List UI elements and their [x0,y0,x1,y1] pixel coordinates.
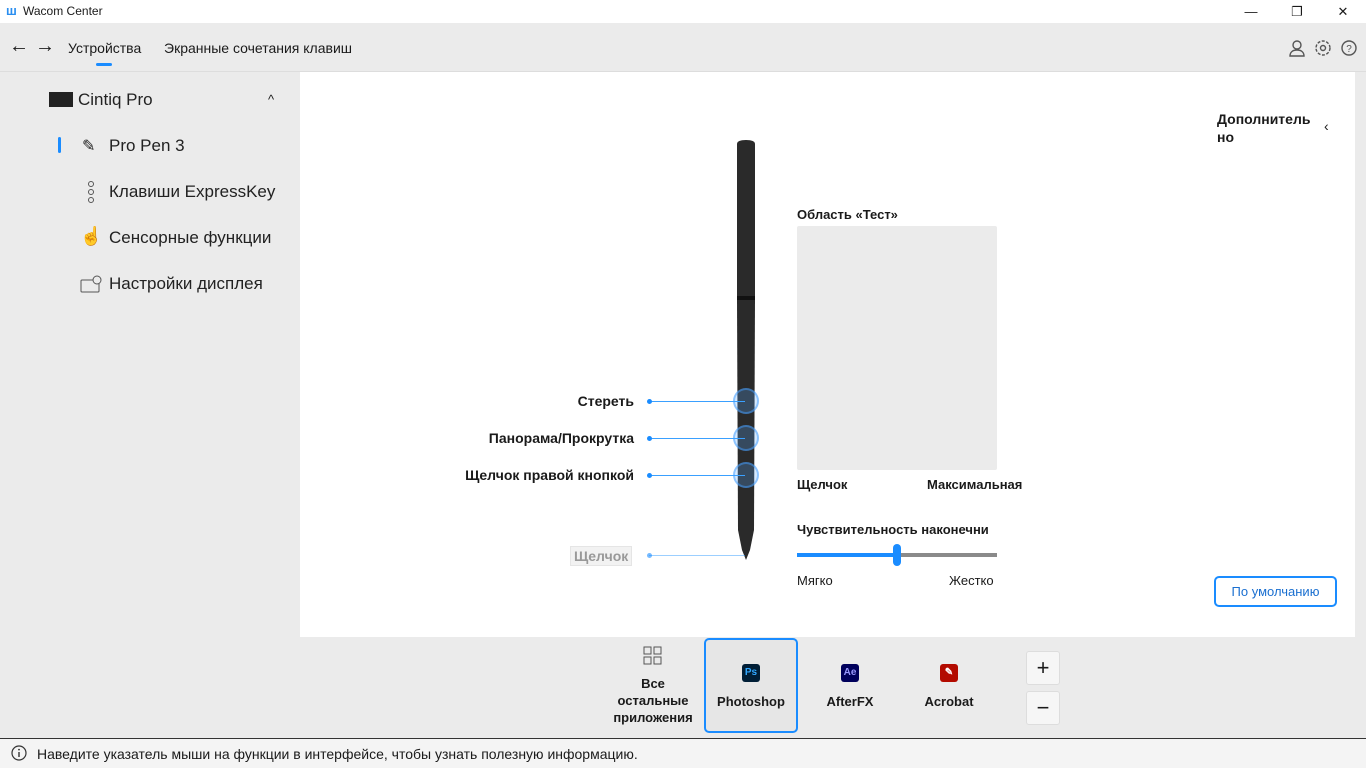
sidebar-item-label: Настройки дисплея [109,274,263,293]
status-bar: Наведите указатель мыши на функции в инт… [0,738,1366,768]
leader-line [649,555,745,556]
app-label: Все остальные приложения [613,676,693,725]
app-label: AfterFX [826,694,874,709]
touch-hand-icon: ☝ [80,226,103,246]
tip-feel-slider[interactable] [797,544,997,566]
default-button[interactable]: По умолчанию [1214,576,1337,607]
svg-text:?: ? [1346,44,1352,55]
title-bar: ш Wacom Center — ❐ ✕ [0,0,1366,23]
forward-arrow-icon[interactable]: → [35,35,55,58]
pen-icon: ✎ [82,138,96,155]
leader-dot [647,399,652,404]
pen-tip-label[interactable]: Щелчок [570,546,633,566]
app-label: Photoshop [717,694,785,709]
pen-illustration [736,140,756,620]
pen-button-label-right-click[interactable]: Щелчок правой кнопкой [414,467,634,483]
acrobat-icon: ✎ [940,664,958,682]
tab-devices[interactable]: Устройства [68,40,141,56]
slider-fill [797,553,897,557]
app-all-others[interactable]: Все остальные приложения [606,638,700,733]
device-name[interactable]: Cintiq Pro [78,90,153,110]
leader-dot [647,436,652,441]
active-tab-indicator [96,63,112,66]
add-app-button[interactable]: + [1026,651,1060,685]
pen-button-label-pan[interactable]: Панорама/Прокрутка [414,430,634,446]
wacom-logo-icon: ш [6,3,17,18]
sidebar-item-label: Клавиши ExpressKey [109,182,276,201]
leader-dot [647,553,652,558]
back-arrow-icon[interactable]: ← [9,35,29,58]
status-text: Наведите указатель мыши на функции в инт… [37,746,638,762]
test-area[interactable] [797,226,997,470]
pen-settings-panel: Дополнитель но ‹ Стереть Панорама/Прокру… [300,72,1355,637]
photoshop-icon: Ps [742,664,760,682]
grid-icon [643,646,663,669]
sensitivity-title: Чувствительность наконечни [797,522,989,537]
app-afterfx[interactable]: Ae AfterFX [803,638,897,733]
slider-min-label: Мягко [797,573,833,588]
minimize-button[interactable]: — [1228,0,1274,23]
sidebar-item-pro-pen[interactable]: ✎ Pro Pen 3 [80,134,300,158]
after-effects-icon: Ae [841,664,859,682]
test-area-title: Область «Тест» [797,207,898,222]
leader-line [649,438,745,439]
sidebar-item-touch[interactable]: ☝ Сенсорные функции [80,226,300,250]
leader-dot [647,473,652,478]
sidebar: Cintiq Pro ^ ✎ Pro Pen 3 Клавиши Express… [0,72,300,638]
pen-button-label-erase[interactable]: Стереть [414,393,634,409]
info-icon [11,745,27,766]
slider-max-label: Жестко [949,573,994,588]
sidebar-item-expresskeys[interactable]: Клавиши ExpressKey [80,180,300,204]
nav-bar: ← → Устройства Экранные сочетания клавиш… [0,23,1366,72]
leader-line [649,401,745,402]
collapse-chevron-icon[interactable]: ^ [268,92,274,107]
sidebar-item-display[interactable]: Настройки дисплея [80,272,300,296]
window-title: Wacom Center [23,4,103,18]
help-icon[interactable]: ? [1340,39,1358,57]
tab-onscreen-shortcuts[interactable]: Экранные сочетания клавиш [164,40,352,56]
chevron-left-icon[interactable]: ‹ [1324,118,1329,134]
test-right-label: Максимальная [927,477,1023,492]
gear-icon[interactable] [1314,39,1332,57]
app-acrobat[interactable]: ✎ Acrobat [902,638,996,733]
user-icon[interactable] [1288,39,1306,57]
slider-thumb[interactable] [893,544,901,566]
close-button[interactable]: ✕ [1320,0,1366,23]
test-left-label: Щелчок [797,477,848,492]
tablet-icon [49,92,73,107]
maximize-button[interactable]: ❐ [1274,0,1320,23]
advanced-link[interactable]: Дополнитель но [1217,110,1327,146]
sidebar-item-label: Сенсорные функции [109,228,272,247]
app-label: Acrobat [924,694,974,709]
active-item-indicator [58,137,61,153]
app-photoshop[interactable]: Ps Photoshop [704,638,798,733]
expresskey-icon [86,180,96,209]
remove-app-button[interactable]: − [1026,691,1060,725]
sidebar-item-label: Pro Pen 3 [109,136,185,155]
leader-line [649,475,745,476]
display-settings-icon [80,275,104,298]
